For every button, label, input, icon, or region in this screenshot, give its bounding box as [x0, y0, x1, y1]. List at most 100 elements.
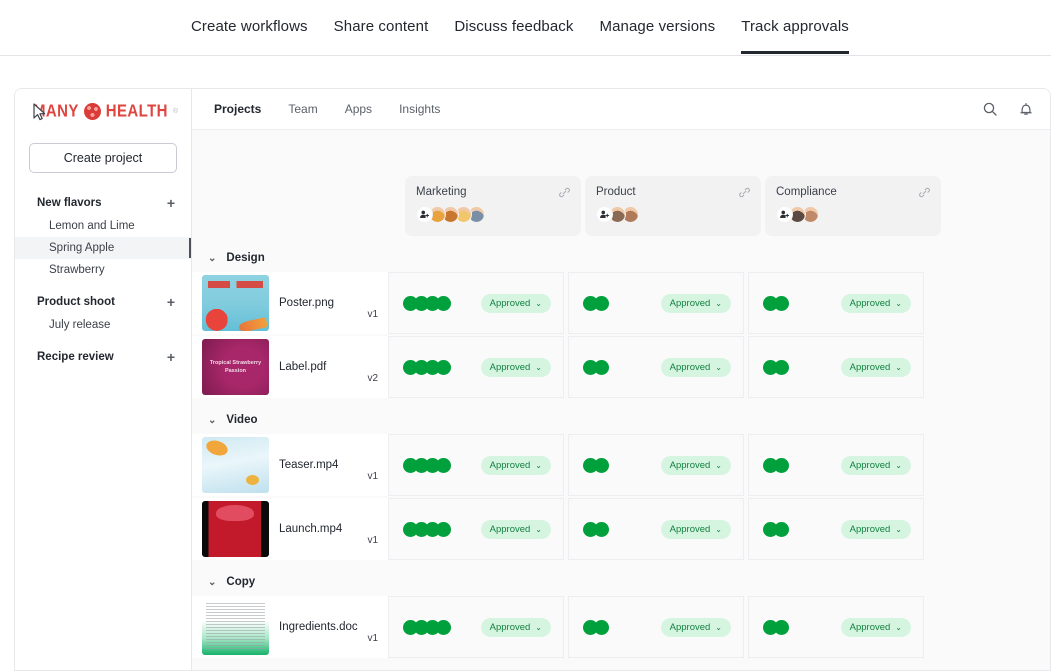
top-nav-item-2[interactable]: Discuss feedback — [454, 18, 573, 51]
file-group-copy[interactable]: ⌄ Copy — [192, 568, 1050, 596]
link-icon[interactable] — [918, 186, 931, 204]
status-badge[interactable]: Approved ⌄ — [660, 617, 731, 637]
chevron-down-icon[interactable]: ⌄ — [208, 577, 216, 588]
chevron-down-icon[interactable]: ⌄ — [535, 525, 542, 534]
sidebar-item-spring-apple[interactable]: Spring Apple — [15, 237, 191, 259]
file-info-cell[interactable]: Ingredients.doc v1 — [192, 596, 388, 658]
plus-icon[interactable]: + — [167, 196, 175, 210]
chevron-down-icon[interactable]: ⌄ — [208, 415, 216, 426]
top-nav-item-1[interactable]: Share content — [334, 18, 429, 51]
chevron-down-icon[interactable]: ⌄ — [715, 363, 722, 372]
chevron-down-icon[interactable]: ⌄ — [535, 299, 542, 308]
sidebar-item-july-release[interactable]: July release — [15, 314, 191, 336]
add-person-icon[interactable] — [416, 206, 433, 223]
status-badge[interactable]: Approved ⌄ — [660, 357, 731, 377]
status-badge[interactable]: Approved ⌄ — [840, 617, 911, 637]
status-badge[interactable]: Approved ⌄ — [480, 357, 551, 377]
file-info-cell[interactable]: Teaser.mp4 v1 — [192, 434, 388, 496]
sidebar-item-label: Spring Apple — [49, 242, 115, 254]
chevron-down-icon[interactable]: ⌄ — [535, 363, 542, 372]
sidebar-group-1[interactable]: Product shoot + — [15, 290, 191, 314]
file-group-video[interactable]: ⌄ Video — [192, 406, 1050, 434]
chevron-down-icon[interactable]: ⌄ — [895, 461, 902, 470]
file-thumbnail[interactable] — [202, 437, 269, 493]
file-group-design[interactable]: ⌄ Design — [192, 244, 1050, 272]
file-info-cell[interactable]: Tropical Strawberry Passion Label.pdf v2 — [192, 336, 388, 398]
file-row[interactable]: Tropical Strawberry Passion Label.pdf v2 Ap… — [192, 336, 1050, 398]
file-thumbnail[interactable] — [202, 275, 269, 331]
tab-apps[interactable]: Apps — [345, 102, 372, 116]
tab-projects[interactable]: Projects — [214, 102, 261, 116]
file-row[interactable]: Teaser.mp4 v1 Approved ⌄ Approved ⌄ Approved ⌄ — [192, 434, 1050, 496]
chevron-down-icon[interactable]: ⌄ — [535, 461, 542, 470]
chevron-down-icon[interactable]: ⌄ — [535, 623, 542, 632]
file-info-cell[interactable]: Launch.mp4 v1 — [192, 498, 388, 560]
chevron-down-icon[interactable]: ⌄ — [715, 623, 722, 632]
file-info-cell[interactable]: Poster.png v1 — [192, 272, 388, 334]
approval-status-cell[interactable]: Approved ⌄ — [748, 272, 924, 334]
status-badge[interactable]: Approved ⌄ — [840, 293, 911, 313]
top-nav-item-4[interactable]: Track approvals — [741, 18, 849, 54]
approval-status-cell[interactable]: Approved ⌄ — [748, 434, 924, 496]
approver-dots — [583, 295, 609, 311]
plus-icon[interactable]: + — [167, 350, 175, 364]
search-icon[interactable] — [982, 101, 998, 117]
status-badge[interactable]: Approved ⌄ — [480, 617, 551, 637]
approval-status-cell[interactable]: Approved ⌄ — [568, 336, 744, 398]
add-person-icon[interactable] — [776, 206, 793, 223]
approval-status-cell[interactable]: Approved ⌄ — [388, 596, 564, 658]
chevron-down-icon[interactable]: ⌄ — [715, 461, 722, 470]
approval-status-cell[interactable]: Approved ⌄ — [568, 272, 744, 334]
approval-status-cell[interactable]: Approved ⌄ — [388, 272, 564, 334]
file-thumbnail[interactable] — [202, 501, 269, 557]
status-badge[interactable]: Approved ⌄ — [660, 519, 731, 539]
status-badge[interactable]: Approved ⌄ — [660, 293, 731, 313]
chevron-down-icon[interactable]: ⌄ — [715, 299, 722, 308]
file-group-label: Video — [226, 414, 258, 426]
approval-status-cell[interactable]: Approved ⌄ — [568, 434, 744, 496]
tab-insights[interactable]: Insights — [399, 102, 440, 116]
approval-status-cell[interactable]: Approved ⌄ — [568, 596, 744, 658]
status-badge[interactable]: Approved ⌄ — [840, 519, 911, 539]
approval-status-cell[interactable]: Approved ⌄ — [388, 336, 564, 398]
brand-logo[interactable]: MANY HEALTH ® — [15, 89, 191, 133]
file-row[interactable]: Launch.mp4 v1 Approved ⌄ Approved ⌄ Approved ⌄ — [192, 498, 1050, 560]
approval-status-cell[interactable]: Approved ⌄ — [388, 498, 564, 560]
add-person-icon[interactable] — [596, 206, 613, 223]
status-badge[interactable]: Approved ⌄ — [660, 455, 731, 475]
top-nav-item-0[interactable]: Create workflows — [191, 18, 308, 51]
status-badge[interactable]: Approved ⌄ — [840, 357, 911, 377]
file-thumbnail[interactable]: Tropical Strawberry Passion — [202, 339, 269, 395]
file-row[interactable]: Ingredients.doc v1 Approved ⌄ Approved ⌄ Appro… — [192, 596, 1050, 658]
sidebar: MANY HEALTH ® Create project New flavors… — [15, 89, 192, 670]
status-badge[interactable]: Approved ⌄ — [840, 455, 911, 475]
status-badge[interactable]: Approved ⌄ — [480, 293, 551, 313]
approval-status-cell[interactable]: Approved ⌄ — [748, 336, 924, 398]
sidebar-item-lemon-and-lime[interactable]: Lemon and Lime — [15, 215, 191, 237]
file-row[interactable]: Poster.png v1 Approved ⌄ Approved ⌄ Approved ⌄ — [192, 272, 1050, 334]
link-icon[interactable] — [738, 186, 751, 204]
sidebar-group-2[interactable]: Recipe review + — [15, 345, 191, 369]
bell-icon[interactable] — [1018, 101, 1034, 117]
chevron-down-icon[interactable]: ⌄ — [895, 623, 902, 632]
status-badge[interactable]: Approved ⌄ — [480, 519, 551, 539]
file-thumbnail[interactable] — [202, 599, 269, 655]
approval-status-cell[interactable]: Approved ⌄ — [388, 434, 564, 496]
chevron-down-icon[interactable]: ⌄ — [895, 525, 902, 534]
approver-dot — [594, 619, 609, 635]
status-badge[interactable]: Approved ⌄ — [480, 455, 551, 475]
link-icon[interactable] — [558, 186, 571, 204]
chevron-down-icon[interactable]: ⌄ — [715, 525, 722, 534]
approval-status-cell[interactable]: Approved ⌄ — [748, 498, 924, 560]
approval-status-cell[interactable]: Approved ⌄ — [748, 596, 924, 658]
top-nav-item-3[interactable]: Manage versions — [600, 18, 716, 51]
sidebar-item-strawberry[interactable]: Strawberry — [15, 259, 191, 281]
create-project-button[interactable]: Create project — [29, 143, 177, 173]
sidebar-group-0[interactable]: New flavors + — [15, 191, 191, 215]
chevron-down-icon[interactable]: ⌄ — [895, 299, 902, 308]
chevron-down-icon[interactable]: ⌄ — [895, 363, 902, 372]
tab-team[interactable]: Team — [288, 102, 317, 116]
plus-icon[interactable]: + — [167, 295, 175, 309]
chevron-down-icon[interactable]: ⌄ — [208, 253, 216, 264]
approval-status-cell[interactable]: Approved ⌄ — [568, 498, 744, 560]
